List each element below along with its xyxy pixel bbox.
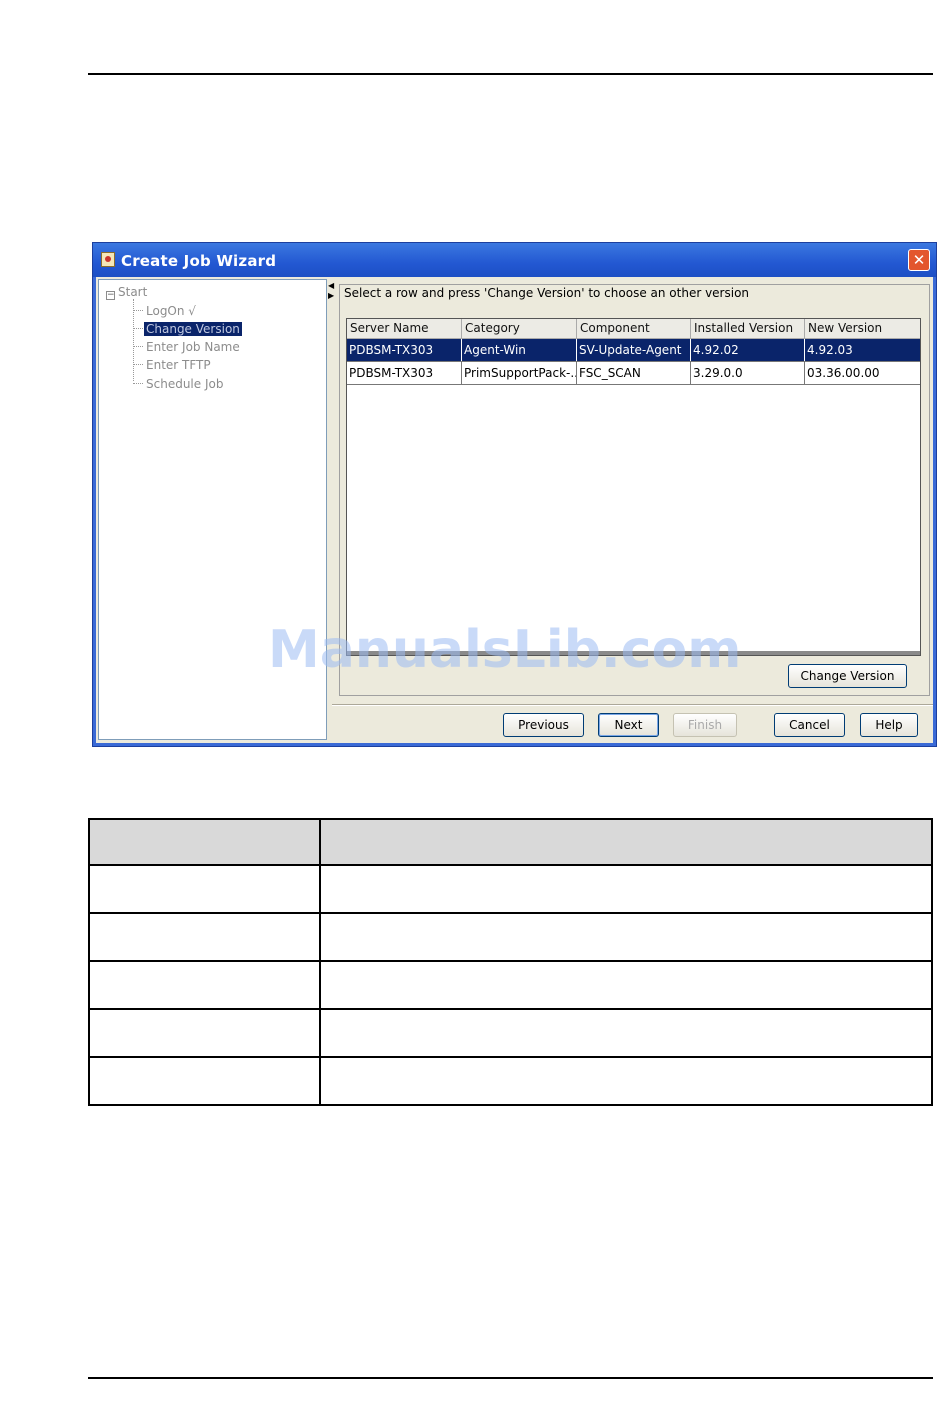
table-header: Server Name Category Component Installed… [347, 319, 920, 339]
table-row [87, 1008, 933, 1058]
table-cell [319, 1008, 933, 1058]
table-cell: 4.92.02 [691, 339, 805, 361]
java-app-icon [101, 252, 115, 267]
table-row [87, 864, 933, 914]
column-header-server-name[interactable]: Server Name [347, 319, 462, 338]
table-row [87, 912, 933, 962]
table-cell: 3.29.0.0 [691, 362, 805, 384]
table-cell [319, 912, 933, 962]
versions-table: Server Name Category Component Installed… [346, 318, 921, 656]
table-header-row [87, 818, 933, 866]
table-row [87, 960, 933, 1010]
title-bar[interactable]: Create Job Wizard ✕ [93, 243, 936, 277]
table-cell: 4.92.03 [807, 343, 853, 357]
page-top-rule [88, 73, 933, 75]
tree-root-start[interactable]: − Start [106, 285, 147, 300]
table-cell [87, 1056, 322, 1106]
window-title: Create Job Wizard [121, 252, 277, 270]
cancel-button[interactable]: Cancel [774, 713, 845, 737]
tree-item-label: Change Version [144, 322, 242, 336]
table-cell: PDBSM-TX303 [347, 362, 462, 384]
tree-item-enter-tftp[interactable]: Enter TFTP [133, 358, 213, 372]
next-button[interactable]: Next [598, 713, 659, 737]
table-cell [87, 864, 322, 914]
table-cell [87, 960, 322, 1010]
table-cell: PrimSupportPack-... [462, 362, 577, 384]
previous-button[interactable]: Previous [503, 713, 584, 737]
button-bar-divider [332, 704, 933, 706]
tree-item-label: LogOn √ [146, 304, 196, 318]
column-header-new-version[interactable]: New Version [805, 319, 920, 338]
tree-item-label: Enter TFTP [146, 358, 211, 372]
tree-item-enter-job-name[interactable]: Enter Job Name [133, 340, 242, 354]
help-button[interactable]: Help [860, 713, 918, 737]
table-row [87, 1056, 933, 1106]
table-cell: FSC_SCAN [577, 362, 691, 384]
tree-item-logon[interactable]: LogOn √ [133, 304, 198, 318]
table-cell: 03.36.00.00 [807, 366, 880, 380]
tree-item-change-version[interactable]: Change Version [133, 322, 242, 336]
table-cell: PDBSM-TX303 [347, 339, 462, 361]
watermark-text: ManualsLib.com [268, 620, 742, 680]
header-cell [319, 818, 933, 866]
column-header-installed-version[interactable]: Installed Version [691, 319, 805, 338]
instruction-text: Select a row and press 'Change Version' … [344, 286, 750, 300]
column-header-category[interactable]: Category [462, 319, 577, 338]
column-header-component[interactable]: Component [577, 319, 691, 338]
table-row[interactable]: PDBSM-TX303 PrimSupportPack-... FSC_SCAN… [347, 362, 920, 385]
tree-item-label: Enter Job Name [146, 340, 240, 354]
page-bottom-rule [88, 1377, 933, 1379]
tree-root-label: Start [118, 285, 148, 299]
tree-item-schedule-job[interactable]: Schedule Job [133, 377, 225, 391]
table-cell [319, 960, 933, 1010]
table-cell: SV-Update-Agent [577, 339, 691, 361]
change-version-button[interactable]: Change Version [788, 664, 907, 688]
close-button[interactable]: ✕ [908, 249, 930, 271]
table-row[interactable]: PDBSM-TX303 Agent-Win SV-Update-Agent 4.… [347, 339, 920, 362]
table-cell [87, 1008, 322, 1058]
header-cell [87, 818, 322, 866]
table-cell: Agent-Win [462, 339, 577, 361]
collapse-icon[interactable]: − [106, 291, 115, 300]
tree-item-label: Schedule Job [146, 377, 224, 391]
table-cell [319, 864, 933, 914]
finish-button[interactable]: Finish [673, 713, 737, 737]
table-cell [319, 1056, 933, 1106]
reference-table [87, 818, 933, 1106]
table-cell [87, 912, 322, 962]
